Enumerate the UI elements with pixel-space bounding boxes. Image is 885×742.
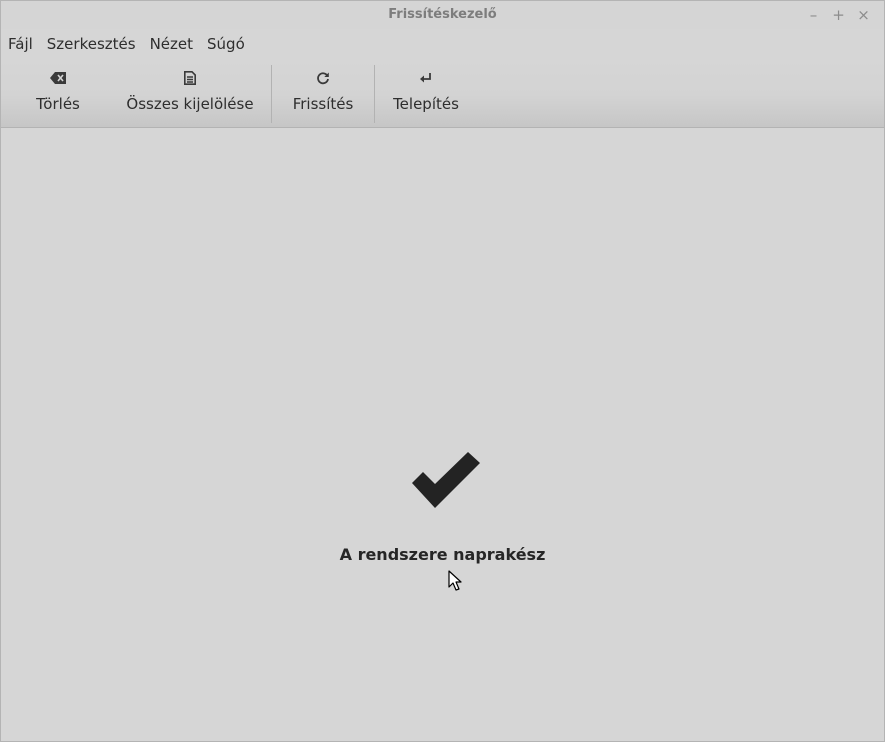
menu-view[interactable]: Nézet bbox=[143, 31, 200, 57]
title-bar[interactable]: Frissítéskezelő – + × bbox=[1, 1, 884, 29]
install-label: Telepítés bbox=[393, 95, 459, 113]
refresh-button[interactable]: Frissítés bbox=[281, 57, 365, 127]
install-button[interactable]: Telepítés bbox=[385, 57, 467, 127]
select-all-label: Összes kijelölése bbox=[126, 95, 254, 113]
refresh-label: Frissítés bbox=[292, 95, 354, 113]
status-message: A rendszere naprakész bbox=[339, 545, 546, 564]
mouse-cursor-icon bbox=[448, 570, 462, 591]
update-manager-window: Frissítéskezelő – + × Fájl Szerkesztés N… bbox=[0, 0, 885, 742]
menu-file[interactable]: Fájl bbox=[1, 31, 40, 57]
toolbar-separator bbox=[374, 65, 375, 123]
toolbar-separator bbox=[271, 65, 272, 123]
menu-edit[interactable]: Szerkesztés bbox=[40, 31, 143, 57]
maximize-button[interactable]: + bbox=[826, 5, 851, 25]
window-controls: – + × bbox=[801, 5, 876, 25]
main-content: A rendszere naprakész bbox=[1, 128, 884, 741]
menu-bar: Fájl Szerkesztés Nézet Súgó bbox=[1, 31, 884, 57]
checkmark-icon bbox=[412, 452, 480, 508]
window-title: Frissítéskezelő bbox=[388, 7, 497, 22]
toolbar: Törlés Összes kijelölése Frissítés Telep… bbox=[1, 57, 884, 128]
clear-button[interactable]: Törlés bbox=[13, 57, 103, 127]
clear-label: Törlés bbox=[36, 95, 80, 113]
close-button[interactable]: × bbox=[851, 5, 876, 25]
select-all-button[interactable]: Összes kijelölése bbox=[120, 57, 260, 127]
backspace-icon bbox=[13, 70, 103, 86]
minimize-button[interactable]: – bbox=[801, 5, 826, 25]
enter-return-icon bbox=[385, 70, 467, 86]
refresh-icon bbox=[281, 70, 365, 86]
document-icon bbox=[120, 70, 260, 86]
menu-help[interactable]: Súgó bbox=[200, 31, 252, 57]
